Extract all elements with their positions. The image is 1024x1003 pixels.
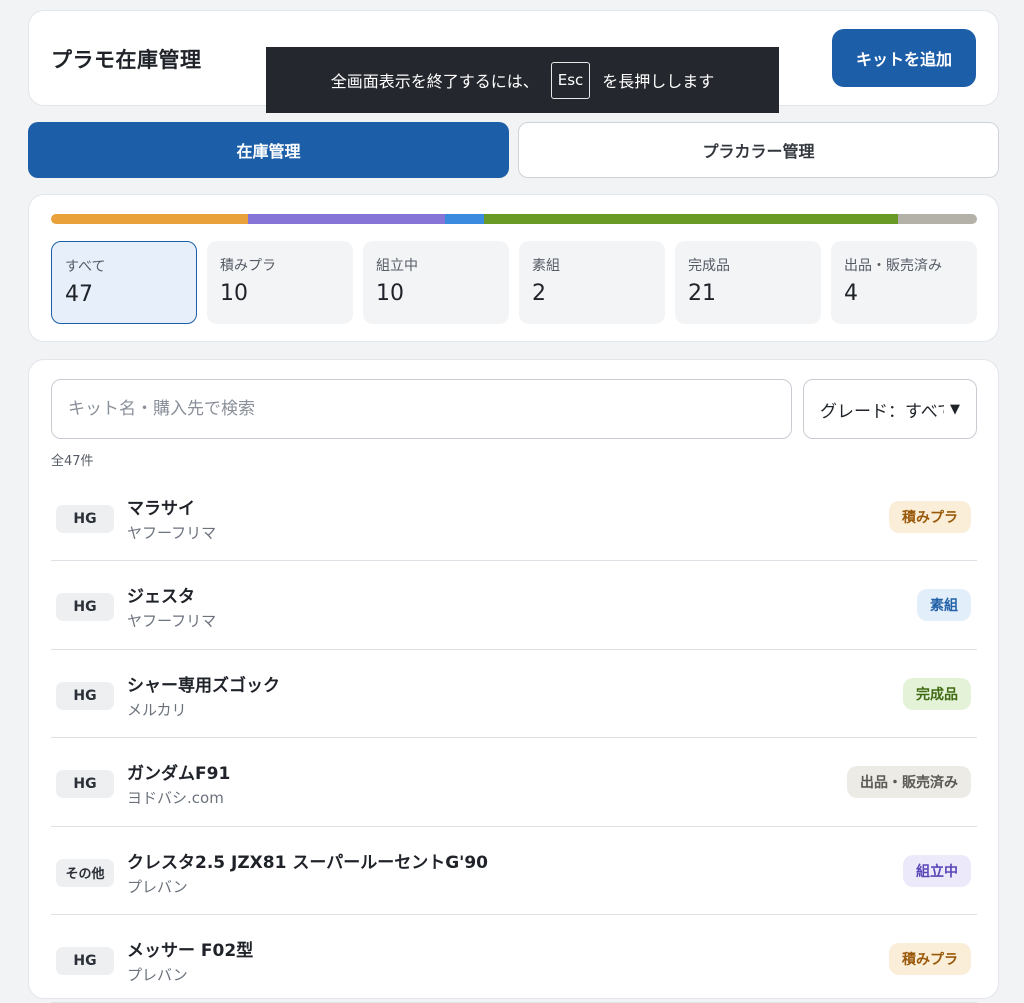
status-badge: 出品・販売済み [847,766,971,799]
stat-value: 10 [376,281,404,306]
kit-row[interactable]: HG ジェスタヤフーフリマ 素組 [51,561,977,650]
progress-segment [248,214,446,224]
status-badge: 積みプラ [889,942,971,975]
stat-value: 2 [532,281,546,306]
add-kit-button[interactable]: キットを追加 [832,29,976,87]
result-count: 全47件 [51,454,94,469]
stat-filter-1[interactable]: 積みプラ 10 [207,241,353,324]
kit-shop: メルカリ [127,700,187,719]
kit-shop: ヤフーフリマ [127,612,217,631]
kit-row[interactable]: HG ガンダムF91 ヨドバシ.com 出品・販売済み [51,738,977,827]
fullscreen-toast-text-before: 全画面表示を終了するには、 [330,72,539,91]
kit-list-card: グレード：すべて ▼ 全47件 HGマラサイヤフーフリマ積みプラHGジェスタヤフ… [28,359,999,1003]
grade-badge: HG [56,681,114,710]
stat-label: 素組 [532,258,560,274]
stat-value: 4 [844,281,858,306]
progress-segment [51,214,249,224]
stat-filter-3[interactable]: 素組 2 [519,241,665,324]
stat-label: 出品・販売済み [844,258,942,274]
kit-row[interactable]: その他 クレスタ2.5 JZX81 スーパールーセントG'90 プレバン 組立中 [51,827,977,915]
kit-name: クレスタ2.5 JZX81 スーパールーセントG'90 [127,852,489,873]
grade-badge: HG [56,593,114,622]
kit-row[interactable]: HG シャー専用ズゴック メルカリ 完成品 [51,650,977,739]
kit-name: メッサー F02型 [127,940,254,961]
status-badge: 素組 [917,589,971,622]
kit-row[interactable]: HG マラサイヤフーフリマ 積みプラ [51,473,977,562]
grade-filter-value: グレード：すべて [820,401,944,422]
grade-badge: HG [56,505,114,533]
kit-name: ジェスタ [127,587,195,608]
kit-name: マラサイ [127,499,195,519]
grade-badge: HG [56,770,114,799]
stat-filter-4[interactable]: 完成品 21 [675,241,821,324]
search-input[interactable] [51,379,792,439]
stat-value: 10 [220,281,248,306]
chevron-down-icon: ▼ [950,401,960,417]
kit-shop: プレバン [127,877,188,896]
tab-inventory[interactable]: 在庫管理 [28,122,509,178]
stat-label: すべて [65,259,106,275]
fullscreen-exit-toast: 全画面表示を終了するには、 Esc を長押しします [266,47,779,113]
esc-key-hint: Esc [550,61,591,99]
stat-filter-5[interactable]: 出品・販売済み 4 [831,241,977,324]
stat-label: 組立中 [376,258,418,274]
app-title: プラモ在庫管理 [51,48,202,72]
progress-segment [898,214,977,224]
grade-badge: HG [56,946,114,975]
status-badge: 積みプラ [889,501,971,533]
kit-shop: ヨドバシ.com [127,789,224,808]
stat-filter-0[interactable]: すべて 47 [51,241,197,324]
kit-shop: ヤフーフリマ [127,524,217,542]
status-progress-bar [51,214,977,224]
status-badge: 組立中 [903,854,971,887]
progress-segment [484,214,899,224]
kit-row[interactable]: HG メッサー F02型 プレバン 積みプラ [51,915,977,1003]
stat-label: 完成品 [688,258,730,274]
fullscreen-toast-text-after: を長押しします [602,72,715,91]
tab-paint-colors[interactable]: プラカラー管理 [518,122,999,178]
stat-value: 21 [688,281,716,306]
progress-segment [445,214,485,224]
kit-shop: プレバン [127,965,188,984]
kit-name: シャー専用ズゴック [127,675,280,696]
stat-filter-2[interactable]: 組立中 10 [363,241,509,324]
grade-filter-select[interactable]: グレード：すべて ▼ [803,379,977,439]
status-summary-card: すべて 47 積みプラ 10 組立中 10 素組 2 完成品 21 出品・販売済み 4 [28,194,999,342]
status-badge: 完成品 [903,677,971,710]
stat-value: 47 [65,282,93,307]
grade-badge: その他 [56,858,114,887]
stat-label: 積みプラ [220,258,276,274]
kit-name: ガンダムF91 [127,764,231,785]
kit-list: HG マラサイ ヤフーフリマ 積みプラ HG ジェスタ ヤフーフリマ 素組 HG シャー専用ズゴッ… [51,473,977,1003]
